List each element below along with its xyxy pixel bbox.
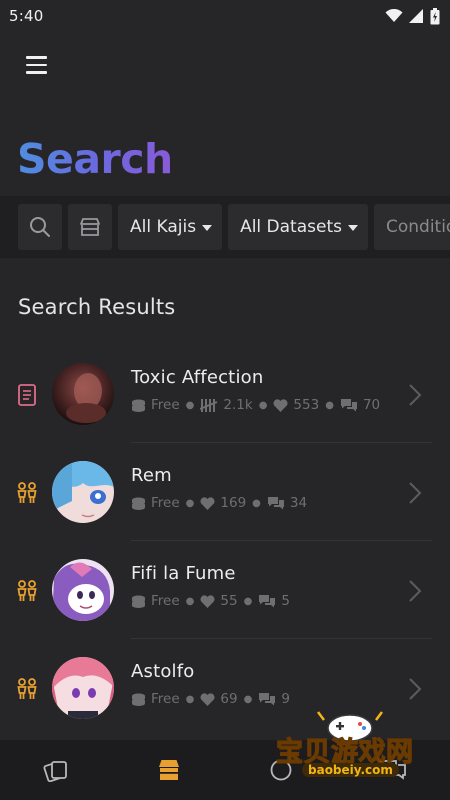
status-icons (385, 7, 440, 25)
comments-count: 9 (281, 691, 290, 707)
nav-cards[interactable] (31, 745, 81, 795)
likes-count: 169 (220, 495, 247, 511)
signal-icon (409, 9, 423, 23)
heart-icon (200, 692, 215, 706)
search-button[interactable] (18, 204, 62, 250)
price-label: Free (151, 495, 180, 511)
hamburger-menu-icon[interactable] (26, 52, 52, 78)
kajis-dropdown[interactable]: All Kajis (118, 204, 223, 250)
people-icon (17, 580, 37, 601)
results-list: Toxic Affection Free ● 2.1k ● 553 ● 70 R… (0, 345, 450, 737)
comments-icon (340, 399, 357, 412)
chevron-down-icon (202, 225, 213, 231)
result-name: Astolfo (131, 661, 195, 682)
result-name: Toxic Affection (131, 367, 264, 388)
status-time: 5:40 (9, 7, 44, 25)
avatar (52, 657, 114, 719)
store-filter-button[interactable] (68, 204, 112, 250)
comments-count: 34 (289, 495, 308, 511)
comments-icon (267, 497, 284, 510)
document-icon (18, 384, 36, 406)
price-label: Free (151, 691, 180, 707)
chevron-right-icon (409, 580, 422, 602)
chevron-right-icon (409, 482, 422, 504)
avatar (52, 363, 114, 425)
heart-icon (200, 496, 215, 510)
store-icon (158, 760, 179, 780)
separator-dot: ● (185, 399, 195, 411)
section-title: Search Results (18, 295, 176, 319)
chevron-right-icon (409, 678, 422, 700)
result-info: Rem Free ● 169 ● 34 (131, 465, 307, 511)
wifi-icon (385, 9, 403, 22)
separator-dot: ● (185, 595, 195, 607)
result-item-toxic-affection[interactable]: Toxic Affection Free ● 2.1k ● 553 ● 70 (0, 345, 450, 443)
result-meta: Free ● 55 ● 5 (131, 593, 290, 609)
kajis-dropdown-label: All Kajis (130, 217, 197, 237)
datasets-dropdown[interactable]: All Datasets (228, 204, 368, 250)
coins-icon (132, 497, 145, 510)
coins-icon (132, 399, 145, 412)
result-item-fifi-la-fume[interactable]: Fifi la Fume Free ● 55 ● 5 (0, 541, 450, 639)
result-info: Astolfo Free ● 69 ● 9 (131, 661, 290, 707)
page-title: Search (17, 135, 173, 183)
heart-icon (273, 398, 288, 412)
status-bar: 5:40 (0, 0, 450, 32)
filter-bar: All Kajis All Datasets Conditio (0, 196, 450, 258)
search-icon (30, 217, 50, 237)
result-meta: Free ● 69 ● 9 (131, 691, 290, 707)
comments-icon (259, 595, 276, 608)
coins-icon (132, 595, 145, 608)
watermark: 宝贝游戏网 baobeiy.com (270, 706, 430, 788)
watermark-url: baobeiy.com (302, 763, 399, 777)
comments-count: 70 (362, 397, 381, 413)
datasets-dropdown-label: All Datasets (240, 217, 342, 237)
messages-count: 2.1k (223, 397, 253, 413)
price-label: Free (151, 397, 180, 413)
heart-icon (200, 594, 215, 608)
result-meta: Free ● 2.1k ● 553 ● 70 (131, 397, 380, 413)
cards-icon (43, 761, 68, 782)
conditions-dropdown-label: Conditio (385, 217, 450, 237)
result-name: Rem (131, 465, 172, 486)
battery-icon (430, 7, 440, 24)
conditions-dropdown[interactable]: Conditio (373, 204, 450, 250)
nav-store[interactable] (144, 745, 194, 795)
comments-count: 5 (281, 593, 290, 609)
comments-icon (259, 693, 276, 706)
separator-dot: ● (258, 399, 268, 411)
result-info: Fifi la Fume Free ● 55 ● 5 (131, 563, 290, 609)
people-icon (17, 678, 37, 699)
avatar (52, 461, 114, 523)
separator-dot: ● (325, 399, 334, 411)
people-icon (17, 482, 37, 503)
likes-count: 55 (220, 593, 238, 609)
price-label: Free (151, 593, 180, 609)
result-item-rem[interactable]: Rem Free ● 169 ● 34 (0, 443, 450, 541)
separator-dot: ● (243, 693, 253, 705)
result-meta: Free ● 169 ● 34 (131, 495, 307, 511)
likes-count: 69 (220, 691, 238, 707)
likes-count: 553 (293, 397, 320, 413)
avatar (52, 559, 114, 621)
tally-icon (200, 398, 218, 412)
result-name: Fifi la Fume (131, 563, 236, 584)
separator-dot: ● (243, 595, 253, 607)
separator-dot: ● (252, 497, 261, 509)
chevron-right-icon (409, 384, 422, 406)
coins-icon (132, 693, 145, 706)
result-info: Toxic Affection Free ● 2.1k ● 553 ● 70 (131, 367, 380, 413)
separator-dot: ● (185, 693, 195, 705)
chevron-down-icon (347, 225, 358, 231)
separator-dot: ● (185, 497, 195, 509)
storefront-icon (80, 218, 100, 236)
